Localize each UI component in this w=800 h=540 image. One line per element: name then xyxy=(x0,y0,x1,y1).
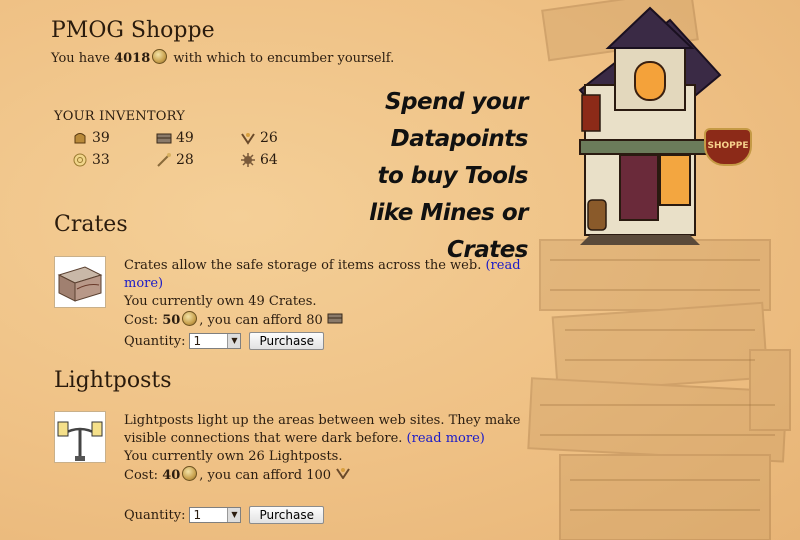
shoppe-illustration xyxy=(527,0,791,540)
page-title: PMOG Shoppe xyxy=(51,18,215,43)
crate-thumbnail xyxy=(54,256,106,308)
portal-icon xyxy=(73,153,87,167)
inventory-count: 39 xyxy=(92,130,110,146)
crates-desc-text: Crates allow the safe storage of items a… xyxy=(124,258,482,273)
st-nick-icon xyxy=(157,153,171,167)
inventory-item-portal: 33 xyxy=(72,152,156,168)
datapoints-icon xyxy=(152,49,168,64)
inventory-count: 28 xyxy=(176,152,194,168)
inventory-count: 49 xyxy=(176,130,194,146)
chevron-down-icon: ▼ xyxy=(227,508,241,522)
mine-icon xyxy=(241,153,255,167)
lightposts-cost-line: Cost: 40 , you can afford 100 xyxy=(124,466,534,485)
armor-icon xyxy=(74,133,86,144)
lightposts-quantity-select[interactable]: 1 ▼ xyxy=(189,507,242,523)
quantity-label: Quantity: xyxy=(124,507,186,523)
balance-line: You have 4018 with which to encumber you… xyxy=(51,49,394,66)
lightposts-quantity-row: Quantity: 1 ▼ Purchase xyxy=(124,506,324,524)
crates-owned: You currently own 49 Crates. xyxy=(124,294,317,309)
cost-label: Cost: xyxy=(124,468,159,483)
promo-banner: Spend your Datapoints to buy Tools like … xyxy=(283,84,528,269)
crate-icon xyxy=(327,313,343,324)
inventory-grid: 39 49 26 33 28 64 xyxy=(72,130,292,168)
crate-icon xyxy=(156,133,172,144)
lightpost-image-icon xyxy=(57,421,103,461)
crates-purchase-button[interactable]: Purchase xyxy=(249,332,324,350)
inventory-item-armor: 39 xyxy=(72,130,156,146)
balance-suffix: with which to encumber yourself. xyxy=(173,51,395,66)
inventory-count: 64 xyxy=(260,152,278,168)
shoppe-sign: SHOPPE xyxy=(704,128,752,166)
promo-line-2: to buy Tools xyxy=(377,163,528,189)
crates-quantity-select[interactable]: 1 ▼ xyxy=(189,333,242,349)
promo-line-1: Spend your Datapoints xyxy=(385,89,528,152)
balance-amount: 4018 xyxy=(114,51,151,66)
lightpost-icon xyxy=(336,468,351,480)
lightposts-afford: , you can afford 100 xyxy=(199,468,332,483)
lightposts-cost: 40 xyxy=(162,468,181,483)
inventory-count: 33 xyxy=(92,152,110,168)
quantity-value: 1 xyxy=(193,334,202,348)
inventory-item-st-nick: 28 xyxy=(156,152,240,168)
crate-image-icon xyxy=(57,266,103,302)
crates-cost-line: Cost: 50 , you can afford 80 xyxy=(124,311,534,330)
lightposts-description: Lightposts light up the areas between we… xyxy=(124,412,534,485)
quantity-label: Quantity: xyxy=(124,333,186,349)
lightposts-title: Lightposts xyxy=(54,368,172,393)
crates-afford: , you can afford 80 xyxy=(199,313,323,328)
crates-description: Crates allow the safe storage of items a… xyxy=(124,257,534,330)
crates-title: Crates xyxy=(54,212,128,237)
lightpost-thumbnail xyxy=(54,411,106,463)
inventory-heading: YOUR INVENTORY xyxy=(54,109,185,124)
inventory-item-crate: 49 xyxy=(156,130,240,146)
chevron-down-icon: ▼ xyxy=(227,334,241,348)
datapoints-icon xyxy=(182,311,198,326)
lightposts-read-more-link[interactable]: (read more) xyxy=(407,431,485,446)
balance-prefix: You have xyxy=(51,51,110,66)
inventory-count: 26 xyxy=(260,130,278,146)
quantity-value: 1 xyxy=(193,508,202,522)
lightpost-icon xyxy=(241,133,255,145)
lightposts-owned: You currently own 26 Lightposts. xyxy=(124,449,343,464)
lightposts-purchase-button[interactable]: Purchase xyxy=(249,506,324,524)
cost-label: Cost: xyxy=(124,313,159,328)
crates-quantity-row: Quantity: 1 ▼ Purchase xyxy=(124,332,324,350)
datapoints-icon xyxy=(182,466,198,481)
crates-cost: 50 xyxy=(162,313,181,328)
